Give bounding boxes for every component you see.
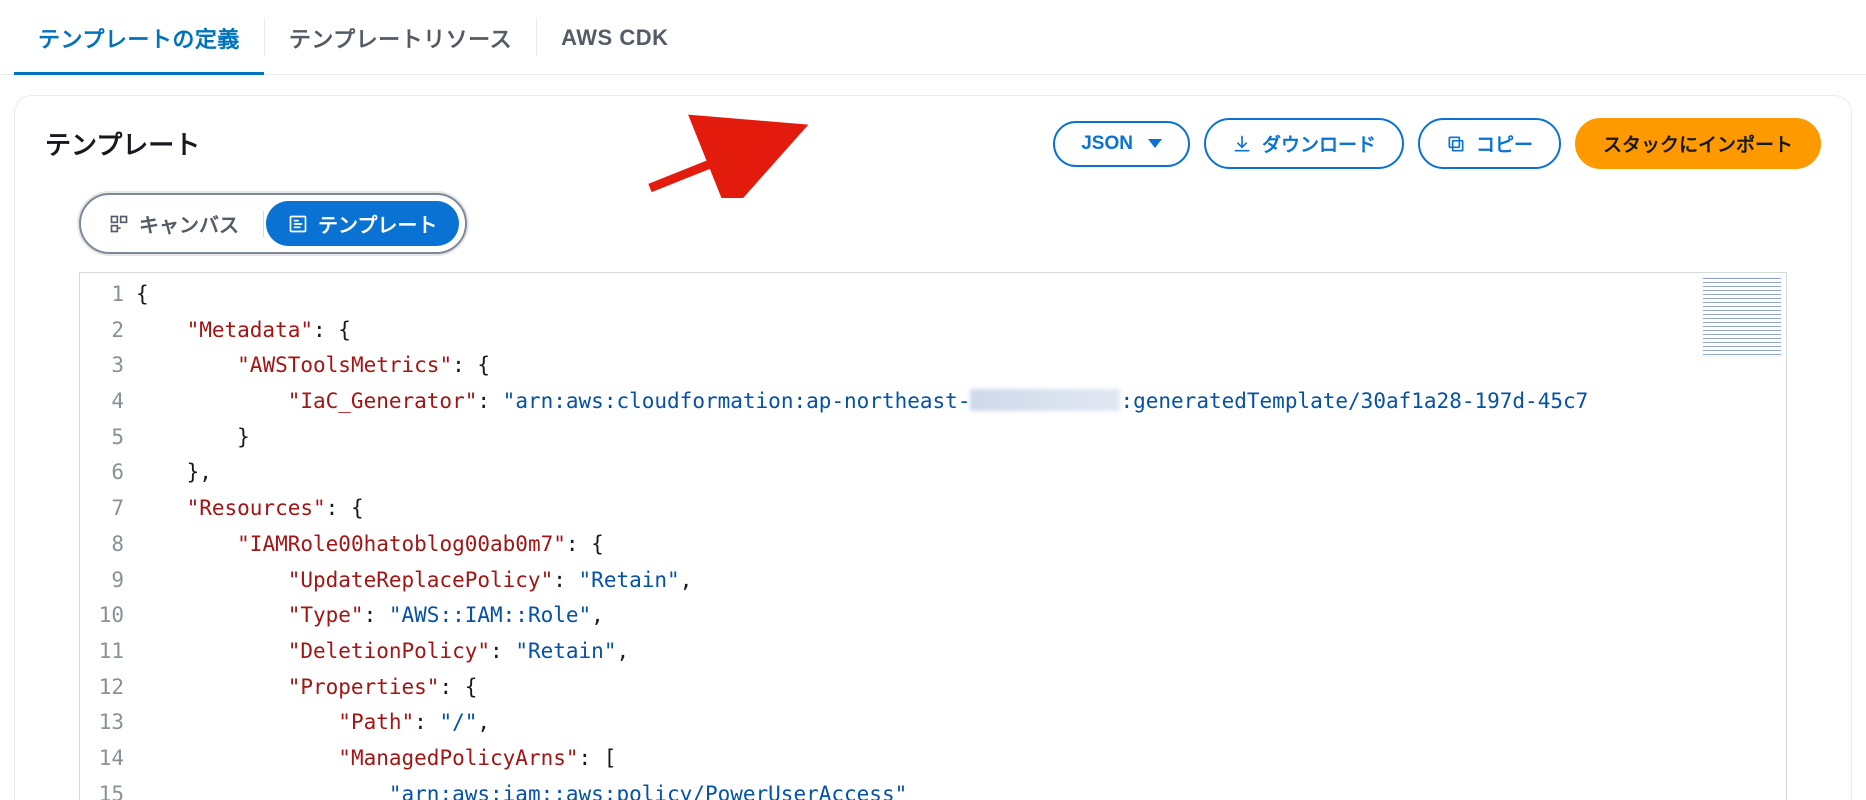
code-line: "AWSToolsMetrics": {	[136, 348, 1786, 384]
viewmode-toggle: キャンバス テンプレート	[79, 193, 467, 254]
viewmode-canvas[interactable]: キャンバス	[87, 201, 261, 246]
download-label: ダウンロード	[1262, 130, 1376, 157]
code-line: "IaC_Generator": "arn:aws:cloudformation…	[136, 384, 1786, 420]
download-icon	[1232, 134, 1252, 154]
copy-button[interactable]: コピー	[1418, 118, 1561, 169]
tabs-bar: テンプレートの定義 テンプレートリソース AWS CDK	[0, 0, 1866, 75]
viewmode-canvas-label: キャンバス	[139, 209, 239, 238]
template-icon	[288, 214, 308, 234]
code-line: "Path": "/",	[136, 705, 1786, 741]
code-line: }	[136, 420, 1786, 456]
code-line: "ManagedPolicyArns": [	[136, 741, 1786, 777]
format-select-label: JSON	[1081, 133, 1133, 155]
viewmode-template-label: テンプレート	[318, 209, 437, 238]
copy-icon	[1446, 134, 1466, 154]
code-line: "Type": "AWS::IAM::Role",	[136, 598, 1786, 634]
code-area[interactable]: { "Metadata": { "AWSToolsMetrics": { "Ia…	[136, 273, 1786, 800]
code-line: "IAMRole00hatoblog00ab0m7": {	[136, 527, 1786, 563]
code-line: "arn:aws:iam::aws:policy/PowerUserAccess…	[136, 777, 1786, 800]
code-line: "Metadata": {	[136, 313, 1786, 349]
viewmode-template[interactable]: テンプレート	[266, 201, 459, 246]
tab-template-resources[interactable]: テンプレートリソース	[265, 0, 536, 74]
code-editor[interactable]: 123456789101112131415 { "Metadata": { "A…	[79, 272, 1787, 800]
code-line: "Resources": {	[136, 491, 1786, 527]
code-line: "DeletionPolicy": "Retain",	[136, 634, 1786, 670]
format-select-button[interactable]: JSON	[1053, 121, 1190, 167]
code-line: {	[136, 277, 1786, 313]
line-number-gutter: 123456789101112131415	[80, 273, 136, 800]
code-line: "Properties": {	[136, 670, 1786, 706]
template-card: テンプレート JSON ダウンロード コピー	[14, 95, 1852, 800]
code-line: "UpdateReplacePolicy": "Retain",	[136, 563, 1786, 599]
segment-separator	[263, 211, 264, 237]
card-header: テンプレート JSON ダウンロード コピー	[15, 118, 1851, 187]
canvas-icon	[109, 214, 129, 234]
download-button[interactable]: ダウンロード	[1204, 118, 1404, 169]
code-line: },	[136, 455, 1786, 491]
import-label: スタックにインポート	[1603, 130, 1793, 157]
viewmode-row: キャンバス テンプレート	[15, 187, 1851, 272]
import-to-stack-button[interactable]: スタックにインポート	[1575, 118, 1821, 169]
minimap[interactable]	[1702, 277, 1782, 357]
card-title: テンプレート	[45, 125, 1053, 162]
tab-aws-cdk[interactable]: AWS CDK	[537, 3, 692, 71]
tab-template-definition[interactable]: テンプレートの定義	[14, 0, 264, 74]
chevron-down-icon	[1148, 139, 1162, 148]
redacted-segment	[970, 389, 1120, 411]
card-actions: JSON ダウンロード コピー スタックにインポート	[1053, 118, 1821, 169]
copy-label: コピー	[1476, 130, 1533, 157]
